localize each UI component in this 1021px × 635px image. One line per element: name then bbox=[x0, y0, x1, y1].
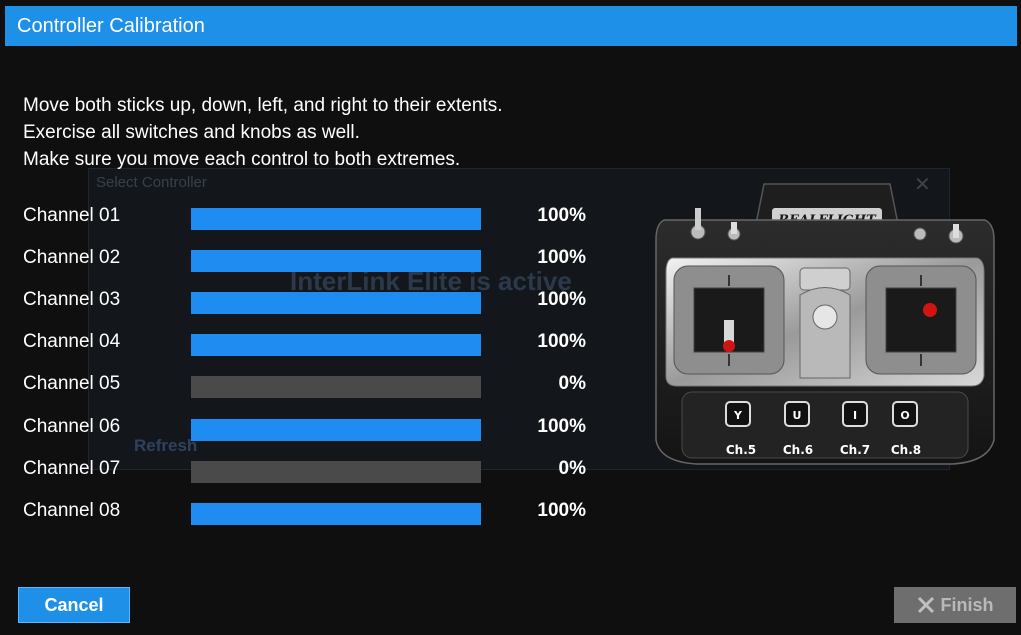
channel-label: Channel 01 bbox=[23, 205, 121, 226]
channel-label: Channel 03 bbox=[23, 289, 121, 310]
channel-row: Channel 06 100% bbox=[23, 413, 603, 443]
channel-row: Channel 05 0% bbox=[23, 370, 603, 400]
channel-button-label: Ch.7 bbox=[840, 443, 870, 457]
channel-label: Channel 06 bbox=[23, 416, 121, 437]
channel-row: Channel 02 100% bbox=[23, 244, 603, 274]
key-label: U bbox=[793, 409, 802, 422]
channel-row: Channel 07 0% bbox=[23, 455, 603, 485]
key-label: Y bbox=[733, 409, 743, 422]
channel-button-label: Ch.5 bbox=[726, 443, 756, 457]
channel-progress-fill bbox=[191, 419, 481, 441]
channel-percent: 0% bbox=[558, 458, 586, 479]
channel-progress-bar bbox=[191, 419, 481, 441]
channel-percent: 100% bbox=[537, 247, 586, 268]
channel-row: Channel 08 100% bbox=[23, 497, 603, 527]
channel-percent: 100% bbox=[537, 416, 586, 437]
channel-label: Channel 08 bbox=[23, 500, 121, 521]
window-title: Controller Calibration bbox=[17, 15, 205, 37]
channel-button-label: Ch.6 bbox=[783, 443, 813, 457]
channel-progress-fill bbox=[191, 334, 481, 356]
background-dialog-title: Select Controller bbox=[96, 174, 207, 191]
channel-row: Channel 01 100% bbox=[23, 202, 603, 232]
channel-progress-fill bbox=[191, 503, 481, 525]
channel-progress-bar bbox=[191, 503, 481, 525]
channel-label: Channel 04 bbox=[23, 331, 121, 352]
finish-button[interactable]: Finish bbox=[894, 587, 1016, 623]
channel-progress-bar bbox=[191, 461, 481, 483]
finish-button-label: Finish bbox=[940, 594, 994, 615]
channel-progress-fill bbox=[191, 208, 481, 230]
rc-transmitter-image: REALFLIGHT R/C FLIGHT SIMULATOR bbox=[652, 180, 997, 475]
channel-label: Channel 07 bbox=[23, 458, 121, 479]
close-icon bbox=[917, 596, 934, 614]
right-stick-icon bbox=[865, 265, 977, 375]
channel-percent: 100% bbox=[537, 331, 586, 352]
channel-percent: 0% bbox=[558, 373, 586, 394]
channel-percent: 100% bbox=[537, 500, 586, 521]
instructions: Move both sticks up, down, left, and rig… bbox=[23, 92, 502, 173]
channel-progress-bar bbox=[191, 334, 481, 356]
instruction-line: Move both sticks up, down, left, and rig… bbox=[23, 95, 503, 116]
channel-button-label: Ch.8 bbox=[891, 443, 921, 457]
channel-progress-fill bbox=[191, 250, 481, 272]
key-label: I bbox=[853, 409, 857, 422]
channel-label: Channel 02 bbox=[23, 247, 121, 268]
channel-progress-bar bbox=[191, 376, 481, 398]
channel-progress-bar bbox=[191, 292, 481, 314]
channel-row: Channel 04 100% bbox=[23, 328, 603, 358]
cancel-button[interactable]: Cancel bbox=[18, 587, 130, 623]
channel-progress-fill bbox=[191, 292, 481, 314]
channel-row: Channel 03 100% bbox=[23, 286, 603, 316]
channel-percent: 100% bbox=[537, 205, 586, 226]
channel-label: Channel 05 bbox=[23, 373, 121, 394]
key-label: O bbox=[900, 409, 909, 422]
channel-progress-bar bbox=[191, 250, 481, 272]
instruction-line: Exercise all switches and knobs as well. bbox=[23, 122, 360, 143]
instruction-line: Make sure you move each control to both … bbox=[23, 149, 461, 170]
title-bar: Controller Calibration bbox=[5, 6, 1017, 46]
channel-percent: 100% bbox=[537, 289, 586, 310]
left-stick-icon bbox=[673, 265, 785, 375]
channel-progress-bar bbox=[191, 208, 481, 230]
